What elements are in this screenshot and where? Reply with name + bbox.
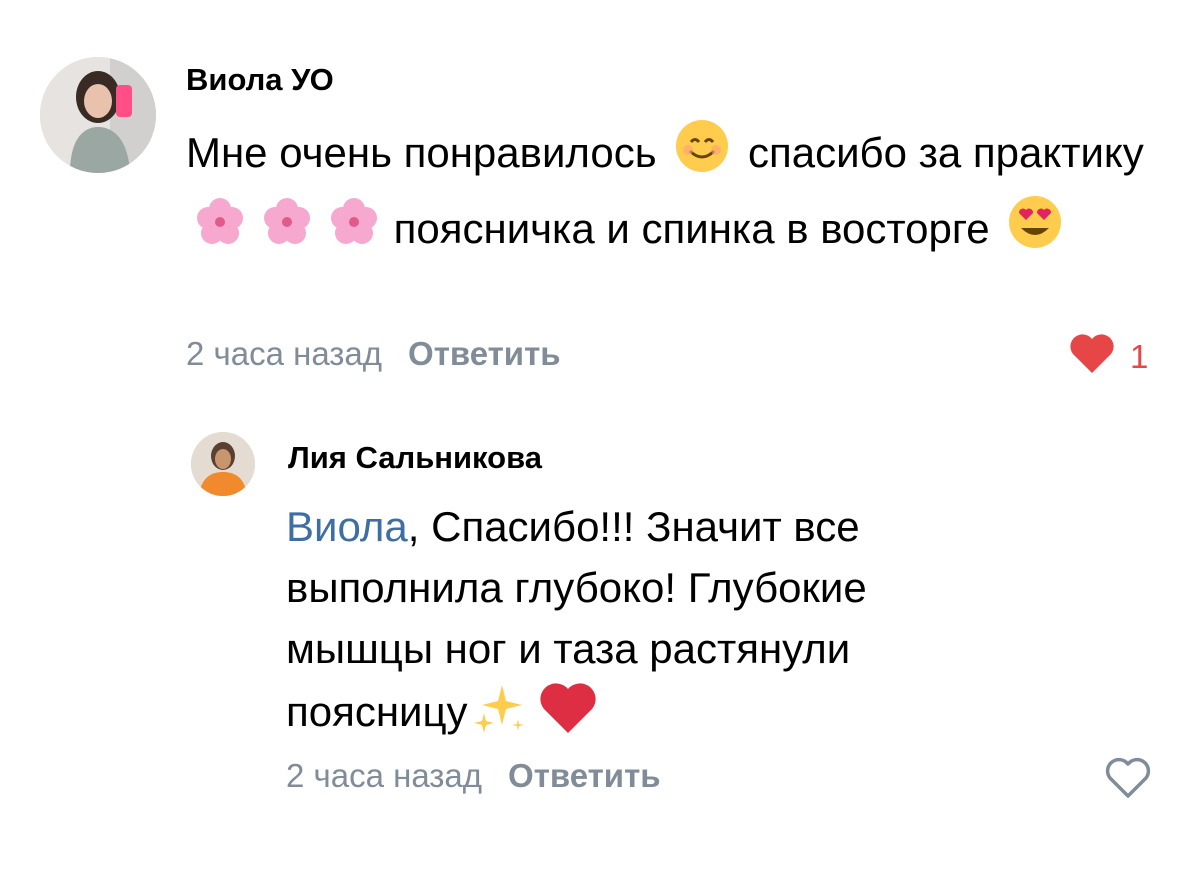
red-heart-emoji (538, 679, 598, 751)
comment-author[interactable]: Виола УО (186, 62, 334, 98)
comment-text: Мне очень понравилось спасибо за практик… (186, 118, 1176, 270)
mention-link[interactable]: Виола (286, 503, 408, 550)
cherry-blossom-emoji (192, 194, 382, 270)
comment-time: 2 часа назад (186, 335, 383, 372)
comment-text: Виола, Спасибо!!! Значит все выполнила г… (286, 496, 1166, 751)
smiling-face-emoji (674, 118, 730, 194)
avatar-photo (40, 57, 156, 173)
comment-item: Виола УО Мне очень понравилось спасибо з… (0, 0, 1200, 400)
comment-text-line-3: мышцы ног и таза растянули (286, 625, 851, 672)
comment-reply-item: Лия Сальникова Виола, Спасибо!!! Значит … (0, 400, 1200, 892)
comment-text-line-3: поясничка и спинка в восторге (393, 205, 990, 253)
comment-time: 2 часа назад (286, 757, 483, 794)
reply-button[interactable]: Ответить (408, 335, 561, 372)
reply-button[interactable]: Ответить (508, 757, 661, 794)
like-button[interactable]: 1 (1068, 333, 1148, 380)
heart-filled-icon (1068, 333, 1116, 380)
comment-author[interactable]: Лия Сальникова (288, 440, 542, 476)
avatar-photo (191, 432, 255, 496)
avatar[interactable] (40, 57, 156, 173)
comment-meta: 2 часа назад Ответить (286, 757, 661, 795)
comment-text-line-2: выполнила глубоко! Глубокие (286, 564, 867, 611)
heart-outline-icon (1103, 756, 1153, 805)
avatar[interactable] (191, 432, 255, 496)
sparkles-emoji (472, 679, 528, 751)
like-button[interactable] (1103, 756, 1153, 805)
comment-text-line-2: спасибо за практику (747, 129, 1144, 177)
comment-text-line-1: Мне очень понравилось (186, 129, 657, 177)
heart-eyes-emoji (1007, 194, 1063, 270)
comment-text-line-1: , Спасибо!!! Значит все (407, 503, 860, 550)
like-count: 1 (1130, 337, 1149, 375)
comment-text-line-4: поясницу (286, 688, 468, 736)
comment-meta: 2 часа назад Ответить (186, 335, 561, 373)
